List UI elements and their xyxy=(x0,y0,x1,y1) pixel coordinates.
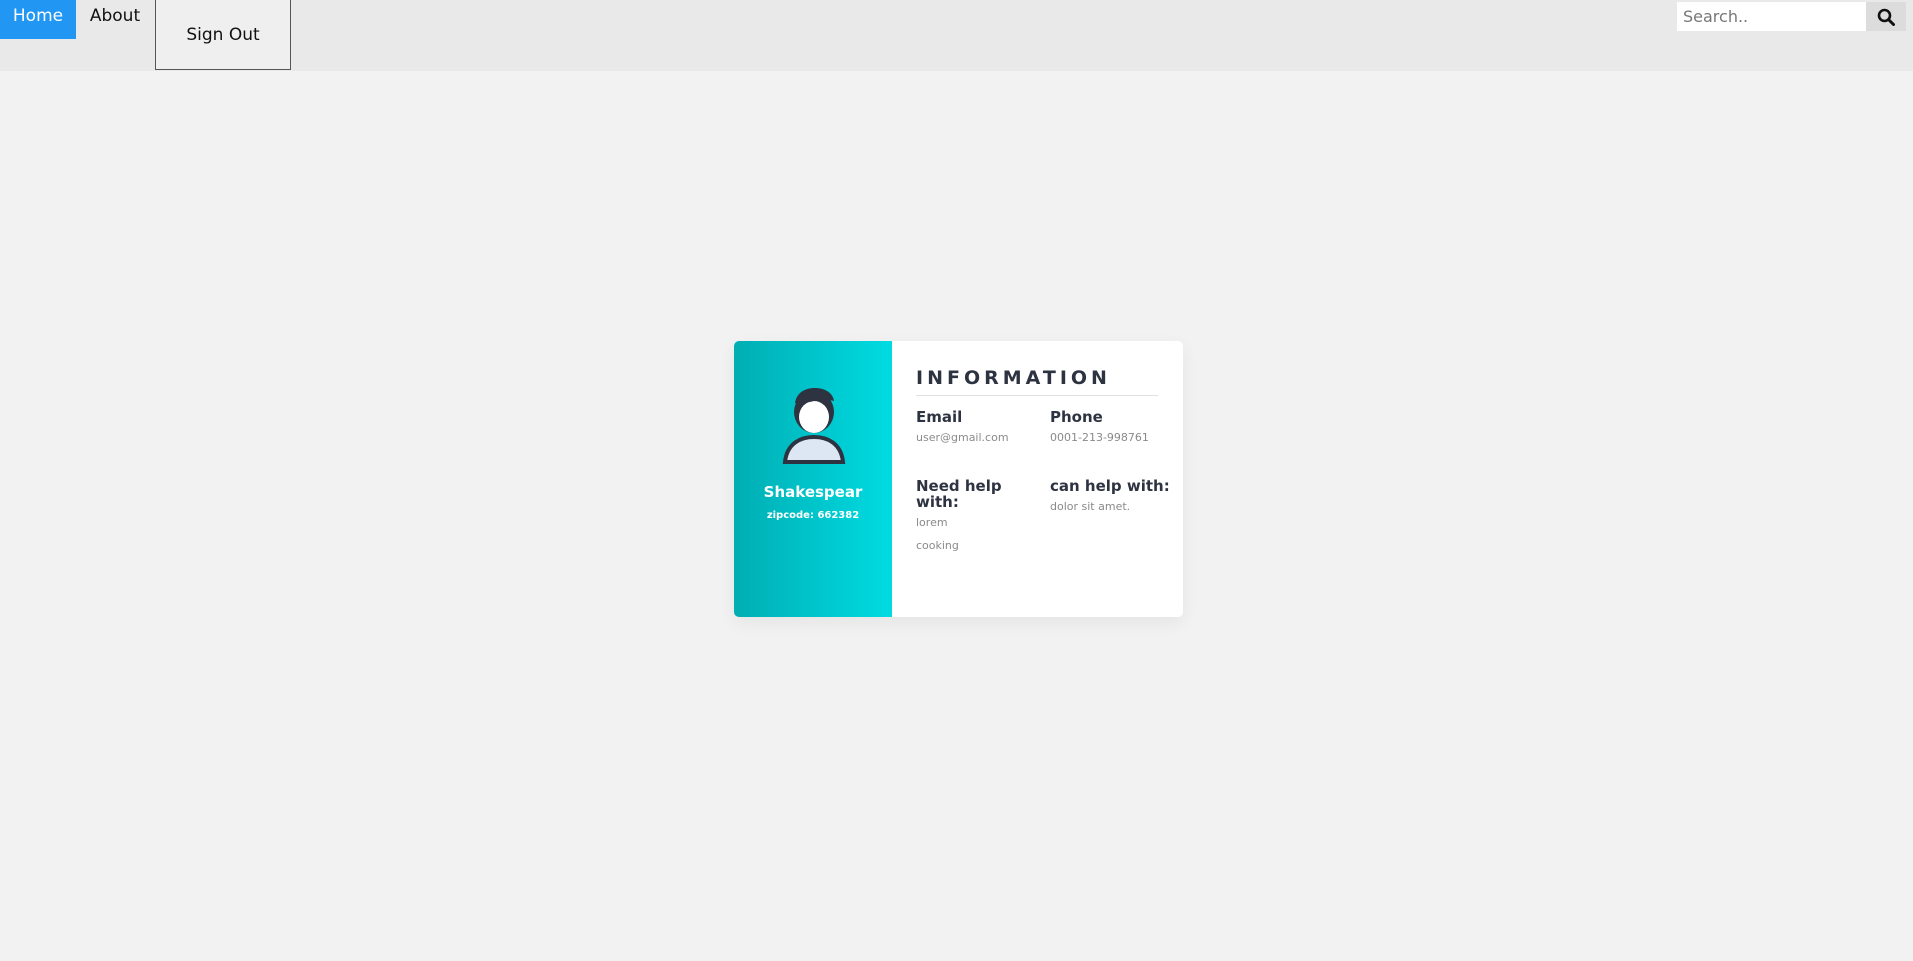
profile-panel: Shakespear zipcode: 662382 xyxy=(734,341,892,617)
nav-about-link[interactable]: About xyxy=(76,0,154,39)
sign-out-button[interactable]: Sign Out xyxy=(155,0,291,70)
need-help-value: cooking xyxy=(916,539,959,552)
search-input[interactable] xyxy=(1677,2,1866,31)
need-help-label: Need help with: xyxy=(916,477,1002,511)
need-help-value: lorem xyxy=(916,516,948,529)
can-help-field: can help with: dolor sit amet. xyxy=(1050,478,1170,513)
nav-home-link[interactable]: Home xyxy=(0,0,76,39)
information-heading: INFORMATION xyxy=(916,367,1111,389)
profile-card: Shakespear zipcode: 662382 INFORMATION E… xyxy=(734,341,1183,617)
email-field: Email user@gmail.com xyxy=(916,409,1036,444)
user-zipcode: zipcode: 662382 xyxy=(766,510,860,521)
can-help-label: can help with: xyxy=(1050,477,1170,495)
search-button[interactable] xyxy=(1866,2,1906,31)
search-icon xyxy=(1877,8,1895,26)
email-label: Email xyxy=(916,408,963,426)
phone-field: Phone 0001-213-998761 xyxy=(1050,409,1170,444)
can-help-value: dolor sit amet. xyxy=(1050,500,1131,513)
top-navigation-bar: Home About Sign Out xyxy=(0,0,1913,71)
user-avatar-icon xyxy=(782,388,846,464)
email-value: user@gmail.com xyxy=(916,431,1009,444)
need-help-field: Need help with: lorem cooking xyxy=(916,478,1016,552)
user-name: Shakespear xyxy=(763,483,863,501)
phone-label: Phone xyxy=(1050,408,1103,426)
information-panel: INFORMATION Email user@gmail.com Phone 0… xyxy=(892,341,1183,617)
information-divider xyxy=(916,395,1158,396)
phone-value: 0001-213-998761 xyxy=(1050,431,1149,444)
